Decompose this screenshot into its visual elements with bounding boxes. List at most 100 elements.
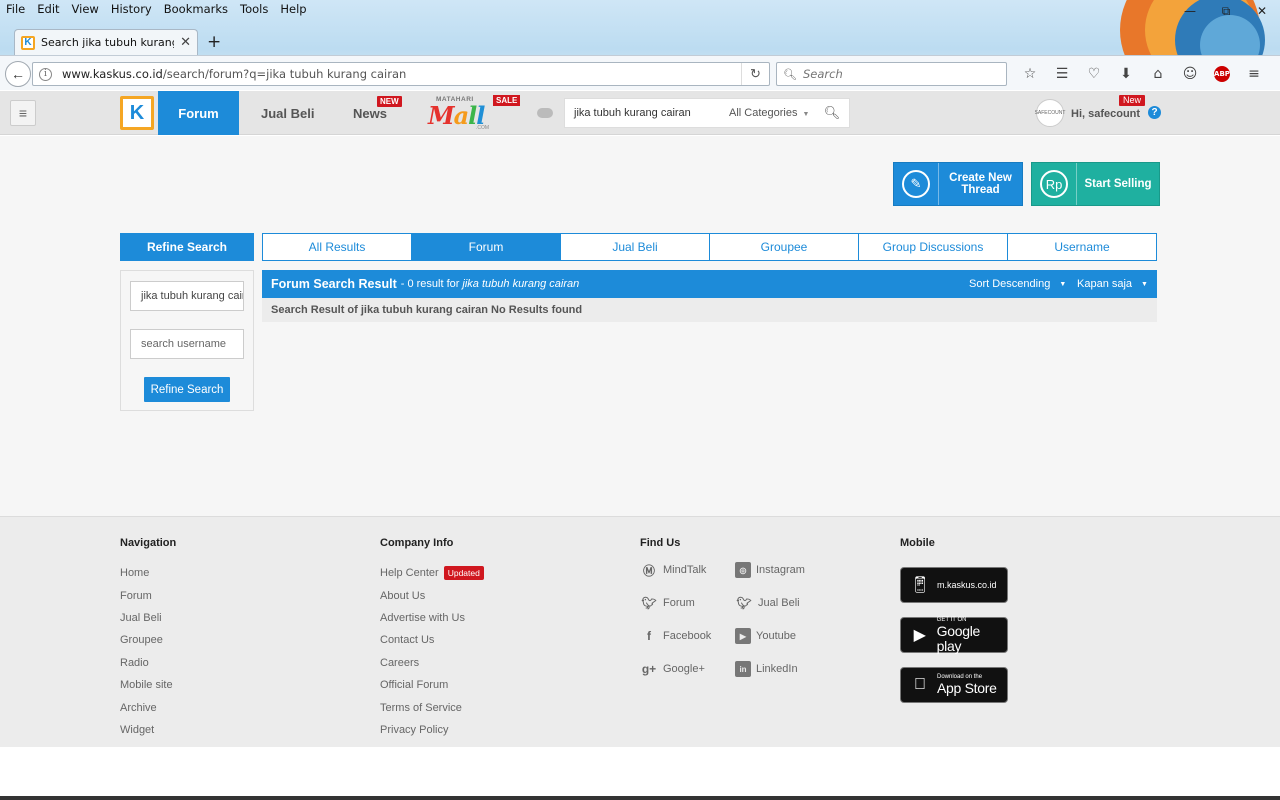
avatar[interactable]: SAFECOUNT (1035, 99, 1065, 127)
site-search-input[interactable]: jika tubuh kurang cairan (565, 107, 715, 119)
google-play-icon: ▶ (913, 627, 926, 644)
browser-search-bar[interactable]: 🔍︎ (776, 62, 1007, 86)
site-info-icon[interactable]: i (39, 67, 52, 81)
bookmark-star-icon[interactable]: ☆ (1014, 62, 1046, 86)
footer-link-careers[interactable]: Careers (380, 652, 484, 674)
close-tab-icon[interactable]: ✕ (180, 35, 191, 50)
url-path: /search/forum?q=jika tubuh kurang cairan (162, 67, 407, 81)
minimize-icon[interactable]: — (1172, 0, 1208, 22)
url-bar[interactable]: i www.kaskus.co.id/search/forum?q=jika t… (32, 62, 770, 86)
site-search-icon[interactable]: 🔍︎ (815, 105, 849, 121)
footer-link-mobile-site[interactable]: Mobile site (120, 674, 176, 696)
download-icon[interactable]: ⬇ (1110, 62, 1142, 86)
nav-forum[interactable]: Forum (158, 91, 239, 135)
menu-bookmarks[interactable]: Bookmarks (158, 0, 234, 18)
social-instagram[interactable]: ◎ Instagram (735, 559, 855, 581)
footer-link-advertise[interactable]: Advertise with Us (380, 607, 484, 629)
social-youtube[interactable]: ▶ Youtube (735, 625, 855, 647)
site-header: ≡ K Forum Jual Beli News NEW MATAHARI Ma… (0, 91, 1280, 135)
footer-link-archive[interactable]: Archive (120, 696, 176, 718)
tab-all-results[interactable]: All Results (263, 234, 412, 260)
browser-tab[interactable]: K Search jika tubuh kurang ... ✕ (14, 29, 198, 55)
footer-link-about-us[interactable]: About Us (380, 584, 484, 606)
browser-search-input[interactable] (802, 67, 993, 81)
reload-icon[interactable]: ↻ (741, 63, 769, 85)
footer-link-forum[interactable]: Forum (120, 584, 176, 606)
menu-file[interactable]: File (0, 0, 31, 18)
social-facebook[interactable]: f Facebook (640, 625, 735, 647)
footer-link-terms[interactable]: Terms of Service (380, 696, 484, 718)
refine-query-input[interactable]: jika tubuh kurang cairan (130, 281, 244, 311)
no-results-message: Search Result of jika tubuh kurang caira… (262, 298, 1157, 322)
footer-link-home[interactable]: Home (120, 562, 176, 584)
app-store-button[interactable]:  Download on theApp Store (900, 667, 1008, 703)
chat-icon[interactable] (537, 108, 553, 118)
help-icon[interactable]: ? (1148, 106, 1161, 119)
footer-company: Company Info Help Center Updated About Us… (380, 537, 484, 741)
footer-find-us: Find Us Ⓜ MindTalk ◎ Instagram 🐦︎ Forum 🐦︎ J… (640, 537, 880, 680)
category-select[interactable]: All Categories ▼ (715, 107, 815, 119)
kaskus-logo[interactable]: K (120, 96, 154, 130)
chevron-down-icon: ▼ (802, 111, 810, 118)
instagram-icon: ◎ (735, 562, 751, 578)
reading-list-icon[interactable]: ☰ (1046, 62, 1078, 86)
hamburger-menu-icon[interactable]: ≡ (10, 100, 36, 126)
tab-group-discussions[interactable]: Group Discussions (859, 234, 1008, 260)
social-mindtalk[interactable]: Ⓜ MindTalk (640, 559, 735, 581)
restore-icon[interactable]: ⧉ (1208, 0, 1244, 22)
footer-mobile: Mobile 📱︎ m.kaskus.co.id ▶ GET IT ON Goog… (900, 537, 1008, 717)
time-filter-dropdown[interactable]: Kapan saja ▼ (1077, 270, 1148, 298)
category-label: All Categories (729, 107, 798, 119)
adblock-plus-icon[interactable]: ABP (1214, 66, 1230, 82)
menu-bar: File Edit View History Bookmarks Tools H… (0, 0, 313, 18)
create-thread-button[interactable]: ✎ Create New Thread (893, 162, 1023, 206)
start-selling-button[interactable]: Rp Start Selling (1031, 162, 1160, 206)
footer-link-help-center[interactable]: Help Center Updated (380, 562, 484, 584)
pencil-icon: ✎ (902, 170, 930, 198)
social-linkedin[interactable]: in LinkedIn (735, 658, 855, 680)
tab-jual-beli[interactable]: Jual Beli (561, 234, 710, 260)
close-window-icon[interactable]: ✕ (1244, 0, 1280, 22)
matahari-mall-logo[interactable]: MATAHARI Mall .COM (428, 95, 492, 131)
refine-search-button[interactable]: Refine Search (144, 377, 230, 402)
footer-link-contact-us[interactable]: Contact Us (380, 629, 484, 651)
menu-help[interactable]: Help (274, 0, 312, 18)
new-tab-icon[interactable]: + (207, 32, 221, 52)
create-thread-label: Create New Thread (949, 172, 1012, 196)
social-google-plus[interactable]: g+ Google+ (640, 658, 735, 680)
footer-link-groupee[interactable]: Groupee (120, 629, 176, 651)
menu-tools[interactable]: Tools (234, 0, 274, 18)
sort-dropdown[interactable]: Sort Descending ▼ (969, 270, 1066, 298)
footer-link-jual-beli[interactable]: Jual Beli (120, 607, 176, 629)
window-bottom-edge (0, 796, 1280, 800)
url-text[interactable]: www.kaskus.co.id/search/forum?q=jika tub… (62, 67, 741, 81)
social-twitter-forum[interactable]: 🐦︎ Forum (640, 592, 735, 614)
footer: Navigation Home Forum Jual Beli Groupee … (0, 516, 1280, 747)
browser-chrome: File Edit View History Bookmarks Tools H… (0, 0, 1280, 90)
toolbar-icons: ☆ ☰ ♡ ⬇ ⌂ ☺ ABP ≡ (1014, 62, 1270, 86)
tab-username[interactable]: Username (1008, 234, 1156, 260)
footer-link-official-forum[interactable]: Official Forum (380, 674, 484, 696)
menu-view[interactable]: View (66, 0, 105, 18)
pocket-icon[interactable]: ♡ (1078, 62, 1110, 86)
google-play-button[interactable]: ▶ GET IT ON Google play (900, 617, 1008, 653)
start-selling-label: Start Selling (1084, 178, 1152, 190)
footer-link-radio[interactable]: Radio (120, 652, 176, 674)
tab-forum[interactable]: Forum (412, 234, 561, 260)
footer-link-privacy[interactable]: Privacy Policy (380, 719, 484, 741)
twitter-icon: 🐦︎ (736, 596, 752, 610)
home-icon[interactable]: ⌂ (1142, 62, 1174, 86)
social-twitter-jual-beli[interactable]: 🐦︎ Jual Beli (735, 592, 855, 614)
back-arrow-icon[interactable]: ← (5, 61, 31, 87)
nav-jual-beli[interactable]: Jual Beli (261, 91, 314, 135)
hello-icon[interactable]: ☺ (1174, 62, 1206, 86)
twitter-icon: 🐦︎ (641, 596, 657, 610)
search-username-input[interactable]: search username (130, 329, 244, 359)
menu-edit[interactable]: Edit (31, 0, 65, 18)
menu-icon[interactable]: ≡ (1238, 62, 1270, 86)
user-greeting[interactable]: Hi, safecount (1071, 108, 1140, 120)
menu-history[interactable]: History (105, 0, 158, 18)
footer-link-widget[interactable]: Widget (120, 719, 176, 741)
mobile-site-button[interactable]: 📱︎ m.kaskus.co.id (900, 567, 1008, 603)
tab-groupee[interactable]: Groupee (710, 234, 859, 260)
